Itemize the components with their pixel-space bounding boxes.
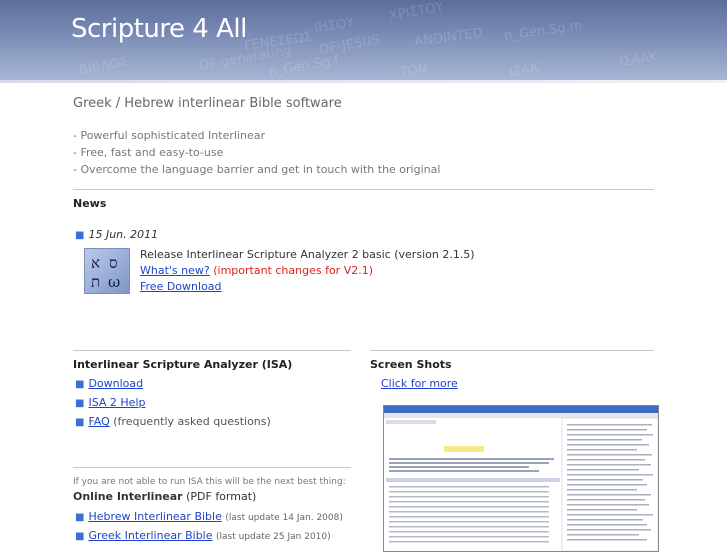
banner-word: ΙΗΣΟΥ: [313, 16, 355, 36]
news-date: ■ 15 Jun. 2011: [75, 228, 158, 241]
fallback-note: If you are not able to run ISA this will…: [73, 477, 346, 487]
banner-word: ΤΟΝ: [398, 62, 428, 80]
feature-item: - Overcome the language barrier and get …: [73, 163, 441, 176]
banner-word: ANOINTED: [413, 26, 483, 50]
list-item: ■ ISA 2 Help: [75, 394, 271, 413]
banner-word: ΙΣΑΑΚ: [618, 50, 659, 70]
banner-word: n_Gen.Sg.m: [503, 18, 583, 44]
divider: [73, 189, 654, 190]
click-for-more-link[interactable]: Click for more: [381, 377, 458, 390]
bullet-icon: ■: [75, 512, 85, 523]
banner-word: ΧΡΙΣΤΟΥ: [388, 0, 445, 24]
bullet-icon: ■: [75, 398, 85, 409]
news-body: Release Interlinear Scripture Analyzer 2…: [140, 247, 475, 295]
isa-app-icon: א ס ת ω: [84, 248, 130, 294]
faq-note: (frequently asked questions): [113, 415, 271, 428]
site-title: Scripture 4 All: [71, 14, 247, 44]
banner-word: ΒΙΒΛΟΣ: [78, 55, 129, 78]
hebrew-greek-glyphs-icon: א ס ת ω: [91, 254, 120, 291]
svg-text:ת: ת: [91, 273, 100, 291]
download-link[interactable]: Download: [88, 377, 143, 390]
isa-help-link[interactable]: ISA 2 Help: [88, 396, 145, 409]
banner-word: ΙΣΑΚ: [508, 61, 540, 80]
greek-interlinear-link[interactable]: Greek Interlinear Bible: [88, 529, 212, 542]
divider: [73, 467, 351, 468]
svg-text:ס: ס: [109, 254, 118, 272]
feature-item: - Free, fast and easy-to-use: [73, 146, 224, 159]
faq-link[interactable]: FAQ: [88, 415, 109, 428]
hebrew-interlinear-link[interactable]: Hebrew Interlinear Bible: [88, 510, 221, 523]
isa-links: ■ Download ■ ISA 2 Help ■ FAQ (frequently a…: [75, 375, 271, 432]
list-item: ■ FAQ (frequently asked questions): [75, 413, 271, 432]
online-interlinear-row: Online Interlinear (PDF format): [73, 490, 256, 503]
isa-heading: Interlinear Scripture Analyzer (ISA): [73, 358, 293, 371]
online-format: (PDF format): [186, 490, 257, 503]
isa-screenshot-thumbnail[interactable]: [383, 405, 659, 552]
online-links: ■ Hebrew Interlinear Bible (last update 1…: [75, 508, 343, 546]
release-text: Release Interlinear Scripture Analyzer 2…: [140, 248, 475, 261]
svg-text:ω: ω: [108, 273, 120, 291]
bullet-icon: ■: [75, 379, 85, 390]
page-subtitle: Greek / Hebrew interlinear Bible softwar…: [73, 96, 342, 111]
online-interlinear-label: Online Interlinear: [73, 490, 183, 503]
screenshots-link-row: Click for more: [381, 377, 458, 390]
important-changes-note: (important changes for V2.1): [213, 264, 374, 277]
update-note: (last update 25 Jan 2010): [216, 532, 331, 542]
site-banner: ΒΙΒΛΟΣ ΓΕΝΕΣΕΩΣ ΙΗΣΟΥ ΧΡΙΣΤΟΥ OF-JESUS A…: [0, 0, 727, 80]
list-item: ■ Hebrew Interlinear Bible (last update 1…: [75, 508, 343, 527]
feature-list: - Powerful sophisticated Interlinear - F…: [73, 127, 440, 178]
bullet-icon: ■: [75, 230, 85, 241]
divider: [370, 350, 654, 351]
screenshot-image: [384, 406, 658, 551]
banner-divider: [0, 80, 727, 83]
feature-item: - Powerful sophisticated Interlinear: [73, 129, 265, 142]
screenshots-heading: Screen Shots: [370, 358, 452, 371]
whats-new-row: What's new? (important changes for V2.1): [140, 263, 475, 279]
free-download-link[interactable]: Free Download: [140, 280, 222, 293]
svg-text:א: א: [91, 254, 100, 272]
bullet-icon: ■: [75, 417, 85, 428]
list-item: ■ Download: [75, 375, 271, 394]
list-item: ■ Greek Interlinear Bible (last update 25…: [75, 527, 343, 546]
whats-new-link[interactable]: What's new?: [140, 264, 210, 277]
news-heading: News: [73, 197, 107, 210]
news-date-text: 15 Jun. 2011: [88, 228, 159, 241]
bullet-icon: ■: [75, 531, 85, 542]
update-note: (last update 14 Jan. 2008): [225, 513, 343, 523]
divider: [73, 350, 351, 351]
